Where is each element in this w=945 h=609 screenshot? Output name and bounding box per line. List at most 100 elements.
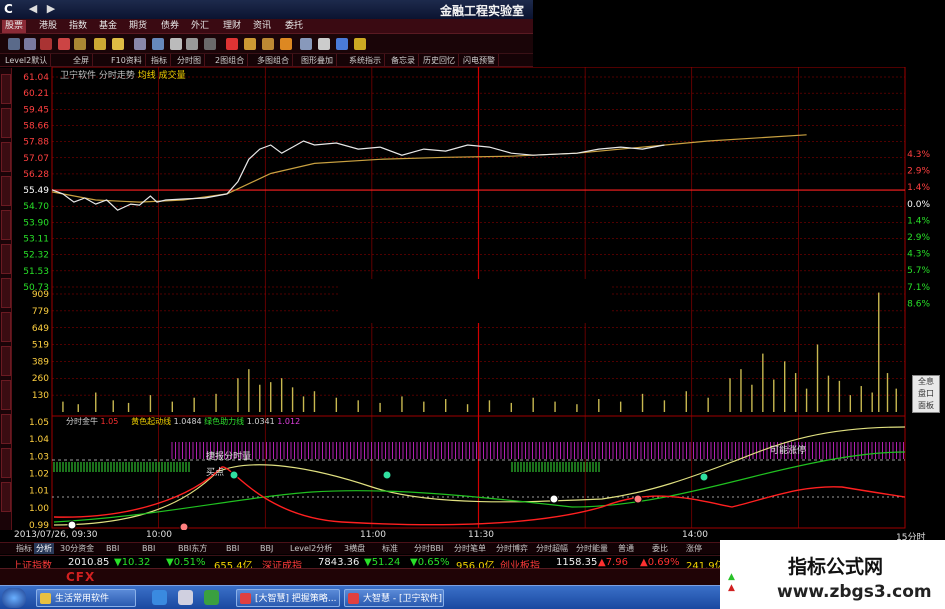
bar-chart-icon[interactable] [336, 38, 348, 50]
indicator-tab[interactable]: BBJ [258, 543, 275, 554]
vertical-tab[interactable] [1, 176, 11, 206]
price-tick-label: 53.11 [23, 235, 49, 245]
indicator-tab[interactable]: BBI [104, 543, 121, 554]
zoom-in-icon[interactable] [152, 38, 164, 50]
percent-tick-label: 5.7% [907, 266, 930, 276]
menu-item[interactable]: 理财 [220, 20, 244, 33]
vertical-tab[interactable] [1, 210, 11, 240]
time-label: 14:00 [682, 530, 708, 540]
tab-intraday[interactable]: 分时图 [174, 54, 205, 67]
price-tick-label: 57.88 [23, 138, 49, 148]
indicator-tab[interactable]: 分时超幅 [534, 543, 570, 554]
line-tool-icon[interactable] [262, 38, 274, 50]
report-icon[interactable] [40, 38, 52, 50]
pointer-icon[interactable] [204, 38, 216, 50]
indicator-tab[interactable]: 指标 [14, 543, 34, 554]
menu-item[interactable]: 外汇 [188, 20, 212, 33]
ie-icon[interactable] [152, 590, 167, 605]
taskbar-button[interactable]: 大智慧 - [卫宁软件] [344, 589, 444, 607]
indicator-tab[interactable]: BBI [224, 543, 241, 554]
tab-two-charts[interactable]: 2图组合 [212, 54, 249, 67]
time-axis: 2013/07/26, 09:30 10:00 11:00 11:30 14:0… [0, 530, 945, 543]
window-icon[interactable] [300, 38, 312, 50]
tab-memo[interactable]: 备忘录 [388, 54, 419, 67]
start-line [53, 426, 906, 526]
indicator-tab[interactable]: 普通 [616, 543, 636, 554]
indicator-tab[interactable]: BBI东方 [176, 543, 209, 554]
indicator-tab[interactable]: BBI [140, 543, 157, 554]
taskbar-button[interactable]: 生活常用软件 [36, 589, 136, 607]
flag-icon[interactable] [112, 38, 124, 50]
indicator-tab[interactable]: 分时BBI [412, 543, 445, 554]
fibonacci-icon[interactable] [280, 38, 292, 50]
menu-item[interactable]: 资讯 [250, 20, 274, 33]
reload-icon[interactable] [186, 38, 198, 50]
taskbar-button[interactable]: [大智慧] 把握策略... [236, 589, 340, 607]
vertical-tab[interactable] [1, 380, 11, 410]
tab-indicator[interactable]: 指标 [148, 54, 171, 67]
tab-fullscreen[interactable]: 全屏 [70, 54, 93, 67]
tab-level2[interactable]: Level2默认 [2, 54, 52, 67]
sh-index-percent: ▼0.51% [166, 557, 206, 568]
tab-overlay[interactable]: 图形叠加 [298, 54, 337, 67]
alert-icon[interactable] [226, 38, 238, 50]
indicator-a: 1.05 [100, 417, 119, 426]
menu-item[interactable]: 债券 [158, 20, 182, 33]
tab-history[interactable]: 历史回忆 [420, 54, 459, 67]
indicator-tab[interactable]: Level2分析 [288, 543, 334, 554]
forward-arrow-icon[interactable]: ▶ [44, 2, 58, 16]
indicator-name: 分时金牛 [66, 417, 98, 426]
start-button[interactable] [2, 588, 26, 608]
vertical-tab[interactable] [1, 448, 11, 478]
menu-item[interactable]: 股票 [2, 20, 27, 33]
indicator-tab[interactable]: 涨停 [684, 543, 704, 554]
indicator-tab[interactable]: 30分资金 [58, 543, 96, 554]
diamond-icon[interactable] [170, 38, 182, 50]
volume-axis: 909 779 649 519 389 260 130 [32, 290, 49, 401]
star-icon[interactable] [354, 38, 366, 50]
vertical-tab[interactable] [1, 312, 11, 342]
down-arrow-icon: ▲ [728, 583, 735, 593]
table-icon[interactable] [74, 38, 86, 50]
media-icon[interactable] [178, 590, 193, 605]
indicator-tab[interactable]: 分时笔单 [452, 543, 488, 554]
vertical-tab[interactable] [1, 414, 11, 444]
tab-system-hint[interactable]: 系统指示 [346, 54, 385, 67]
indicator-tab[interactable]: 分时能量 [574, 543, 610, 554]
indicator-tab[interactable]: 3横盘 [342, 543, 367, 554]
menu-item[interactable]: 委托 [282, 20, 306, 33]
app-icon[interactable] [204, 590, 219, 605]
clipboard-icon[interactable] [318, 38, 330, 50]
indicator-tab[interactable]: 分析 [34, 543, 54, 554]
vertical-tab[interactable] [1, 108, 11, 138]
menu-item[interactable]: 基金 [96, 20, 120, 33]
arrow-left-icon[interactable] [134, 38, 146, 50]
grid-icon[interactable] [24, 38, 36, 50]
chart-icon[interactable] [94, 38, 106, 50]
tab-f10[interactable]: F10资料 [108, 54, 146, 67]
vertical-tab[interactable] [1, 142, 11, 172]
side-panel-toggle[interactable]: 全息 盘口 面板 [912, 375, 940, 413]
drawing-icon[interactable] [244, 38, 256, 50]
menu-item[interactable]: 期货 [126, 20, 150, 33]
vertical-tab[interactable] [1, 278, 11, 308]
vertical-tab[interactable] [1, 74, 11, 104]
indicator-tab[interactable]: 委比 [650, 543, 670, 554]
vertical-tab[interactable] [1, 244, 11, 274]
tab-alert[interactable]: 闪电预警 [460, 54, 499, 67]
menu-item[interactable]: 指数 [66, 20, 90, 33]
time-label-date: 2013/07/26, 09:30 [14, 530, 98, 540]
home-icon[interactable] [8, 38, 20, 50]
back-arrow-icon[interactable]: ◀ [26, 2, 40, 16]
vertical-tab[interactable] [1, 482, 11, 512]
ruler-icon[interactable] [58, 38, 70, 50]
indicator-tab[interactable]: 标准 [380, 543, 400, 554]
side-flap-line: 盘口 [918, 389, 934, 398]
menu-item[interactable]: 港股 [36, 20, 60, 33]
indicator-tab[interactable]: 分时博弈 [494, 543, 530, 554]
annotation-label: 买点 [206, 468, 225, 478]
price-tick-label: 56.28 [23, 170, 49, 180]
vertical-tab[interactable] [1, 346, 11, 376]
tab-multi-charts[interactable]: 多图组合 [254, 54, 293, 67]
app-window-icon [240, 593, 251, 604]
